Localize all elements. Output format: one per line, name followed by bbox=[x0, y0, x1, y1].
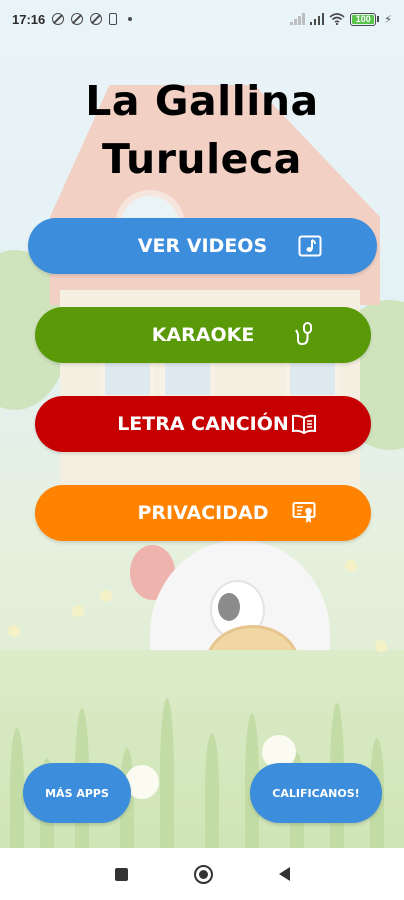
flower-dot bbox=[375, 640, 387, 652]
signal-icon bbox=[290, 13, 305, 25]
wifi-icon bbox=[329, 13, 345, 25]
microphone-icon bbox=[291, 322, 317, 347]
title-line-2: Turuleca bbox=[102, 135, 302, 183]
ver-videos-button[interactable]: VER VIDEOS bbox=[28, 218, 377, 274]
signal-icon bbox=[309, 13, 325, 25]
battery-icon: 100 bbox=[350, 12, 380, 26]
karaoke-button[interactable]: KARAOKE bbox=[35, 307, 371, 363]
block-icon bbox=[71, 13, 84, 25]
privacidad-button[interactable]: PRIVACIDAD bbox=[35, 485, 371, 541]
calificanos-label: CALIFICANOS! bbox=[272, 786, 360, 800]
letra-cancion-label: LETRA CANCIÓN bbox=[117, 413, 289, 435]
mas-apps-button[interactable]: MÁS APPS bbox=[23, 763, 131, 823]
recents-icon[interactable] bbox=[114, 867, 128, 881]
privacidad-label: PRIVACIDAD bbox=[137, 502, 269, 524]
status-time: 17:16 bbox=[12, 11, 46, 27]
page-title: La Gallina Turuleca bbox=[0, 72, 404, 188]
letra-cancion-button[interactable]: LETRA CANCIÓN bbox=[35, 396, 371, 452]
alarm-off-icon bbox=[52, 13, 65, 25]
flower-dot bbox=[345, 560, 357, 572]
status-bar: 17:16 100 ⚡ bbox=[0, 0, 404, 38]
dot-icon bbox=[128, 17, 133, 21]
battery-level: 100 bbox=[355, 14, 371, 24]
block-icon bbox=[90, 13, 103, 25]
certificate-icon bbox=[291, 501, 317, 525]
navigation-bar bbox=[0, 848, 404, 900]
calificanos-button[interactable]: CALIFICANOS! bbox=[250, 763, 382, 823]
mas-apps-label: MÁS APPS bbox=[45, 786, 109, 800]
karaoke-label: KARAOKE bbox=[151, 324, 255, 346]
book-icon bbox=[291, 412, 317, 436]
flower-dot bbox=[100, 590, 112, 602]
chicken-pupil bbox=[218, 593, 240, 621]
charging-icon: ⚡ bbox=[384, 12, 392, 26]
music-note-icon bbox=[297, 234, 323, 258]
phone-icon bbox=[109, 13, 118, 25]
title-line-1: La Gallina bbox=[85, 77, 319, 125]
flower-dot bbox=[72, 605, 84, 617]
ver-videos-label: VER VIDEOS bbox=[137, 235, 268, 257]
flower-dot bbox=[8, 625, 20, 637]
back-icon[interactable] bbox=[278, 867, 290, 881]
home-icon[interactable] bbox=[193, 864, 213, 884]
